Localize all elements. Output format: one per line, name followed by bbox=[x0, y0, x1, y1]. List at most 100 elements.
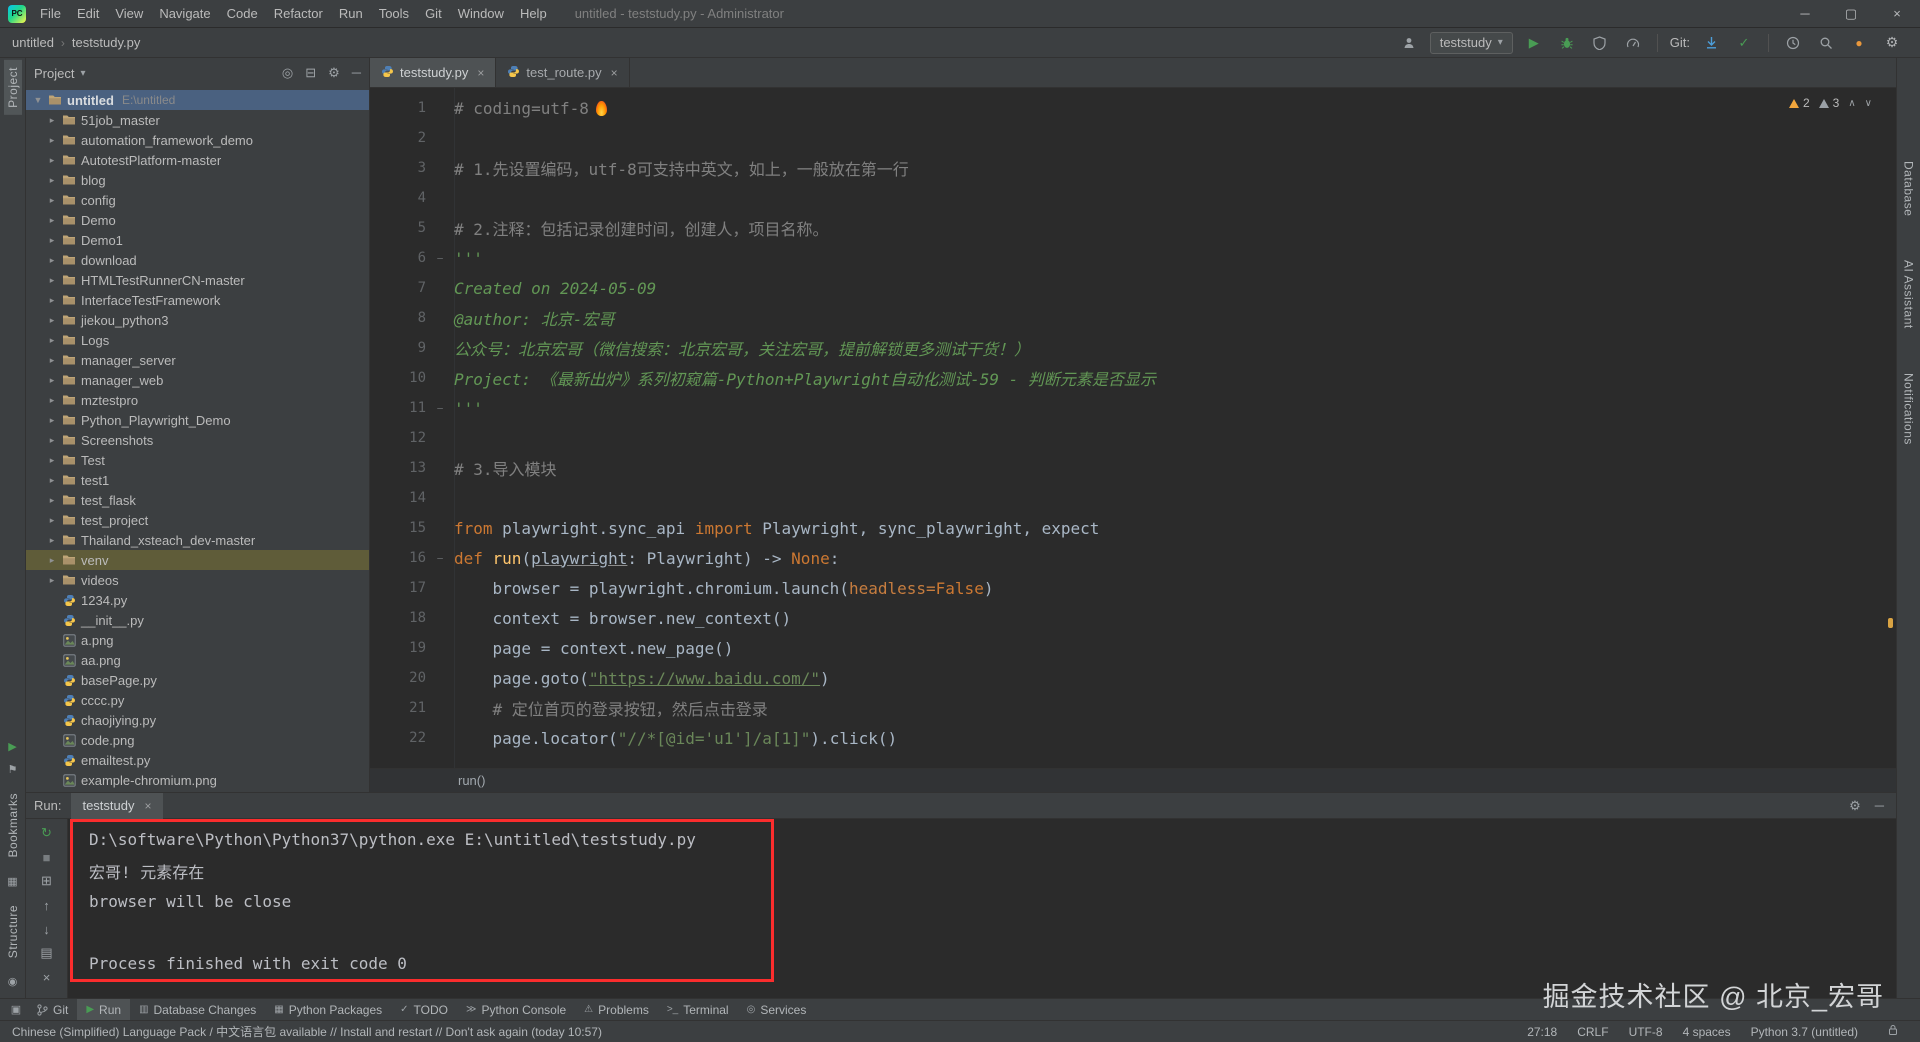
chevron-down-icon[interactable]: ▼ bbox=[30, 95, 46, 105]
line-number[interactable]: 3 bbox=[370, 160, 426, 176]
code-line[interactable]: 14 bbox=[370, 483, 1896, 513]
settings-gear-icon[interactable]: ⚙ bbox=[1880, 31, 1904, 55]
lock-icon[interactable] bbox=[1888, 1024, 1898, 1039]
project-tree-item[interactable]: ▸Demo1 bbox=[26, 230, 369, 250]
chevron-right-icon[interactable]: ▸ bbox=[44, 575, 60, 586]
breadcrumb-project[interactable]: untitled bbox=[12, 35, 54, 50]
toolwindow-button-todo[interactable]: ✓TODO bbox=[391, 999, 457, 1020]
chevron-right-icon[interactable]: ▸ bbox=[44, 275, 60, 286]
chevron-right-icon[interactable]: ▸ bbox=[44, 355, 60, 366]
chevron-right-icon[interactable]: ▸ bbox=[44, 335, 60, 346]
navigate-up-icon[interactable]: ↑ bbox=[36, 897, 58, 913]
line-number[interactable]: 14 bbox=[370, 490, 426, 506]
line-number[interactable]: 2 bbox=[370, 130, 426, 146]
project-tree-item[interactable]: ▸test_project bbox=[26, 510, 369, 530]
run-console[interactable]: D:\software\Python\Python37\python.exe E… bbox=[68, 819, 1896, 998]
project-tree-item[interactable]: aa.png bbox=[26, 650, 369, 670]
chevron-right-icon[interactable]: ▸ bbox=[44, 295, 60, 306]
chevron-right-icon[interactable]: ▸ bbox=[44, 455, 60, 466]
code-line[interactable]: 2 bbox=[370, 123, 1896, 153]
caret-position[interactable]: 27:18 bbox=[1527, 1025, 1557, 1039]
fold-marker-icon[interactable]: − bbox=[426, 402, 454, 415]
hide-panel-icon[interactable]: ─ bbox=[1875, 798, 1884, 814]
code-line[interactable]: 4 bbox=[370, 183, 1896, 213]
toolwindow-switcher-icon[interactable]: ▣ bbox=[4, 1003, 28, 1016]
history-icon[interactable] bbox=[1781, 31, 1805, 55]
code-line[interactable]: 21 # 定位首页的登录按钮，然后点击登录 bbox=[370, 693, 1896, 723]
dismiss-link[interactable]: Don't ask again (today 10:57) bbox=[446, 1025, 602, 1039]
code-line[interactable]: 7Created on 2024-05-09 bbox=[370, 273, 1896, 303]
code-editor[interactable]: 1# coding=utf-823# 1.先设置编码，utf-8可支持中英文，如… bbox=[370, 88, 1896, 768]
project-tree-item[interactable]: a.png bbox=[26, 630, 369, 650]
project-tree-item[interactable]: __init__.py bbox=[26, 610, 369, 630]
project-tree-item[interactable]: ▸test_flask bbox=[26, 490, 369, 510]
toolwindow-button-run[interactable]: ▶Run bbox=[77, 999, 130, 1020]
project-tree-item[interactable]: emailtest.py bbox=[26, 750, 369, 770]
line-number[interactable]: 15 bbox=[370, 520, 426, 536]
scrollbar-warning-mark[interactable] bbox=[1888, 618, 1893, 628]
stop-icon[interactable]: ■ bbox=[36, 849, 58, 865]
chevron-right-icon[interactable]: ▸ bbox=[44, 215, 60, 226]
line-number[interactable]: 4 bbox=[370, 190, 426, 206]
menu-view[interactable]: View bbox=[107, 0, 151, 27]
project-tree-item[interactable]: ▸jiekou_python3 bbox=[26, 310, 369, 330]
commit-icon[interactable]: ✓ bbox=[1732, 31, 1756, 55]
line-number[interactable]: 19 bbox=[370, 640, 426, 656]
chevron-right-icon[interactable]: ▸ bbox=[44, 175, 60, 186]
toolwindow-button-python-packages[interactable]: ▦Python Packages bbox=[265, 999, 391, 1020]
bookmark-icon[interactable]: ⚑ bbox=[8, 763, 18, 776]
chevron-right-icon[interactable]: ▸ bbox=[44, 375, 60, 386]
project-panel-title[interactable]: Project bbox=[34, 66, 74, 81]
menu-code[interactable]: Code bbox=[219, 0, 266, 27]
python-interpreter[interactable]: Python 3.7 (untitled) bbox=[1751, 1025, 1858, 1039]
code-line[interactable]: 18 context = browser.new_context() bbox=[370, 603, 1896, 633]
toolwindow-button-database-changes[interactable]: ▥Database Changes bbox=[130, 999, 265, 1020]
line-number[interactable]: 7 bbox=[370, 280, 426, 296]
run-button[interactable]: ▶ bbox=[1522, 31, 1546, 55]
file-encoding[interactable]: UTF-8 bbox=[1629, 1025, 1663, 1039]
line-number[interactable]: 22 bbox=[370, 730, 426, 746]
project-tree-item[interactable]: basePage.py bbox=[26, 670, 369, 690]
navigate-down-icon[interactable]: ↓ bbox=[36, 921, 58, 937]
clear-all-icon[interactable]: × bbox=[36, 969, 58, 985]
line-number[interactable]: 5 bbox=[370, 220, 426, 236]
coverage-button[interactable] bbox=[1588, 31, 1612, 55]
project-tree-item[interactable]: ▸blog bbox=[26, 170, 369, 190]
chevron-right-icon[interactable]: ▸ bbox=[44, 235, 60, 246]
project-tree-item[interactable]: ▸Test bbox=[26, 450, 369, 470]
project-tree-item[interactable]: ▸Python_Playwright_Demo bbox=[26, 410, 369, 430]
project-tree-item[interactable]: ▸manager_server bbox=[26, 350, 369, 370]
breadcrumb-file[interactable]: teststudy.py bbox=[72, 35, 140, 50]
toolwindow-button-python-console[interactable]: ≫Python Console bbox=[457, 999, 575, 1020]
project-tree-item[interactable]: ▸HTMLTestRunnerCN-master bbox=[26, 270, 369, 290]
menu-navigate[interactable]: Navigate bbox=[151, 0, 218, 27]
user-switch-icon[interactable] bbox=[1397, 31, 1421, 55]
project-tree-item[interactable]: ▸Thailand_xsteach_dev-master bbox=[26, 530, 369, 550]
chevron-right-icon[interactable]: ▸ bbox=[44, 535, 60, 546]
tool-window-button-ai-assistant[interactable]: AI Assistant bbox=[1900, 253, 1918, 336]
chevron-right-icon[interactable]: ▸ bbox=[44, 555, 60, 566]
menu-edit[interactable]: Edit bbox=[69, 0, 107, 27]
code-line[interactable]: 10Project: 《最新出炉》系列初窥篇-Python+Playwright… bbox=[370, 363, 1896, 393]
line-number[interactable]: 20 bbox=[370, 670, 426, 686]
code-line[interactable]: 6−''' bbox=[370, 243, 1896, 273]
code-line[interactable]: 3# 1.先设置编码，utf-8可支持中英文，如上，一般放在第一行 bbox=[370, 153, 1896, 183]
toolwindow-button-git[interactable]: Git bbox=[28, 999, 77, 1020]
line-number[interactable]: 8 bbox=[370, 310, 426, 326]
menu-refactor[interactable]: Refactor bbox=[266, 0, 331, 27]
chevron-right-icon[interactable]: ▸ bbox=[44, 255, 60, 266]
code-line[interactable]: 16−def run(playwright: Playwright) -> No… bbox=[370, 543, 1896, 573]
editor-breadcrumb[interactable]: run() bbox=[458, 773, 485, 788]
chevron-right-icon[interactable]: ▸ bbox=[44, 135, 60, 146]
menu-tools[interactable]: Tools bbox=[371, 0, 417, 27]
menu-run[interactable]: Run bbox=[331, 0, 371, 27]
project-tree-item[interactable]: ▼untitledE:\untitled bbox=[26, 90, 369, 110]
code-line[interactable]: 19 page = context.new_page() bbox=[370, 633, 1896, 663]
close-button[interactable]: × bbox=[1874, 0, 1920, 27]
chevron-right-icon[interactable]: ▸ bbox=[44, 195, 60, 206]
menu-help[interactable]: Help bbox=[512, 0, 555, 27]
project-tree-item[interactable]: ▸manager_web bbox=[26, 370, 369, 390]
rerun-icon[interactable]: ↻ bbox=[36, 825, 58, 841]
menu-window[interactable]: Window bbox=[450, 0, 512, 27]
close-tab-icon[interactable]: × bbox=[611, 66, 618, 80]
